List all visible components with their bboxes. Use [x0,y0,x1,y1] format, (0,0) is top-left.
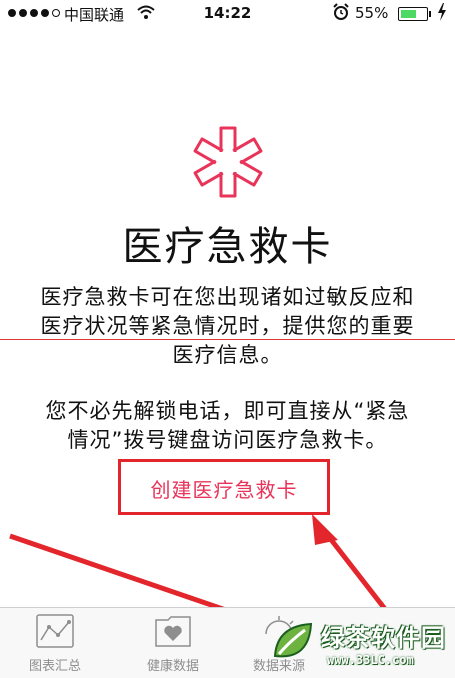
tab-health-data[interactable]: 健康数据 [118,608,228,678]
chart-icon [36,614,74,648]
watermark-logo-icon [273,622,313,658]
watermark-title: 绿茶软件园 [321,624,446,652]
health-folder-icon [155,616,191,647]
tab-chart-summary[interactable]: 图表汇总 [0,608,110,678]
watermark-url: www.33LC.com [327,653,414,667]
tab-label: 图表汇总 [28,659,81,674]
tab-label: 健康数据 [146,659,199,674]
annotation-arrows [9,514,394,648]
watermark: 绿茶软件园 www.33LC.com [263,612,455,676]
